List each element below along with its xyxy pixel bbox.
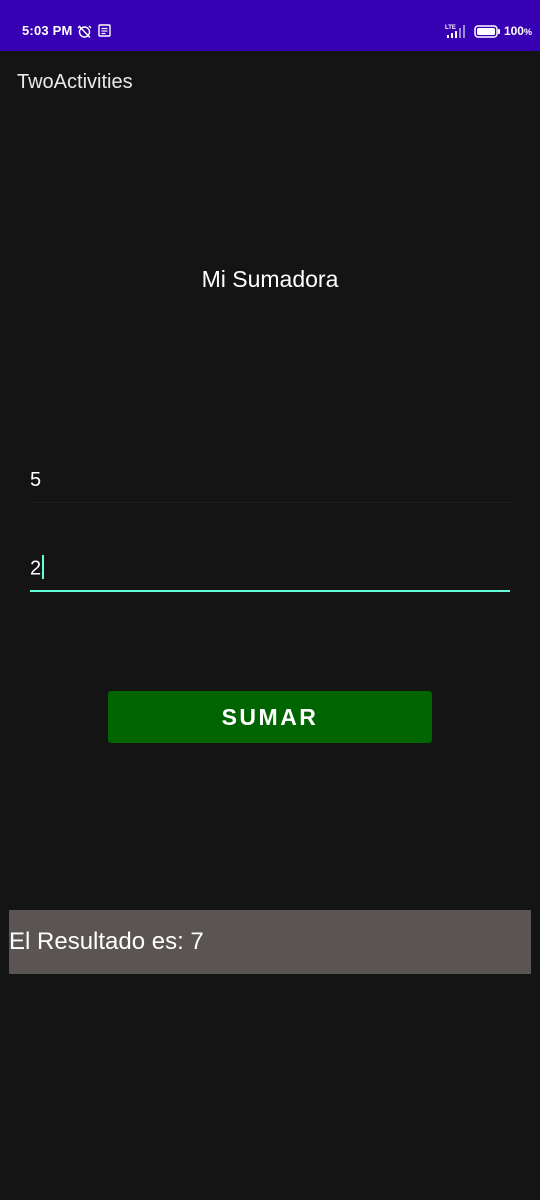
second-number-text: 2 xyxy=(30,557,42,580)
result-text: El Resultado es: 7 xyxy=(9,928,204,955)
first-number-field[interactable]: 5 xyxy=(30,458,510,503)
text-cursor xyxy=(42,555,45,579)
status-time: 5:03 PM xyxy=(22,23,73,38)
first-number-value: 5 xyxy=(30,469,42,491)
app-bar: TwoActivities xyxy=(0,51,540,113)
battery-level: 100% xyxy=(504,24,532,38)
second-number-field[interactable]: 2 xyxy=(30,546,510,592)
notification-icon xyxy=(98,24,111,37)
result-panel: El Resultado es: 7 xyxy=(9,910,531,974)
page-title: Mi Sumadora xyxy=(201,266,339,292)
status-bar: 5:03 PM LTE 100% xyxy=(0,0,540,51)
battery-percent: 100 xyxy=(503,24,524,38)
second-number-value: 2 xyxy=(30,555,45,581)
signal-icon: LTE xyxy=(445,25,465,38)
alarm-off-icon xyxy=(77,25,92,38)
sumar-button[interactable]: SUMAR xyxy=(108,691,432,743)
network-type-label: LTE xyxy=(445,25,456,31)
battery-icon xyxy=(474,25,500,38)
app-screen: 5:03 PM LTE 100% TwoActivities Mi Sumado… xyxy=(0,0,540,1200)
app-title: TwoActivities xyxy=(17,71,133,93)
battery-unit: % xyxy=(523,27,532,37)
